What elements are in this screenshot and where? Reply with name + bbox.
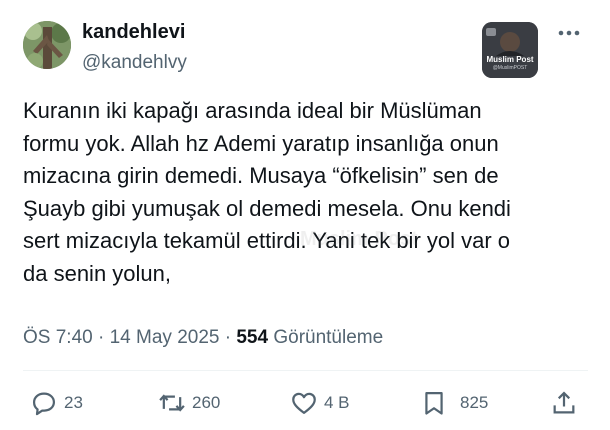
like-icon <box>292 392 316 415</box>
bookmark-icon <box>425 391 443 415</box>
views-label: Görüntüleme <box>273 327 384 348</box>
muslim-post-badge[interactable]: Muslim Post @MuslimPOST <box>482 22 538 78</box>
badge-subtitle: @MuslimPOST <box>492 65 528 71</box>
tweet-card: kandehlevi @kandehlvy Muslim Post @Musli… <box>0 0 610 430</box>
reply-button[interactable]: 23 <box>30 388 83 418</box>
tweet-text: Kuranın iki kapağı arasında ideal bir Mü… <box>23 98 511 286</box>
avatar[interactable] <box>23 21 71 69</box>
bookmark-button[interactable]: 825 <box>420 388 488 418</box>
repost-button[interactable]: 260 <box>158 388 220 418</box>
like-button[interactable]: 4 B <box>290 388 350 418</box>
avatar-image <box>23 21 71 69</box>
meta-separator: · <box>98 327 110 348</box>
share-icon <box>553 391 575 414</box>
share-button[interactable] <box>550 388 578 418</box>
repost-count: 260 <box>192 393 221 412</box>
badge-title: Muslim Post <box>486 55 534 64</box>
like-count: 4 B <box>324 393 350 412</box>
meta-separator: · <box>224 327 237 348</box>
tweet-meta: ÖS 7:40 · 14 May 2025 · 554 Görüntüleme <box>23 327 383 349</box>
author-name[interactable]: kandehlevi <box>82 21 185 44</box>
tweet-time[interactable]: ÖS 7:40 <box>23 327 93 348</box>
more-icon <box>558 30 580 36</box>
repost-icon <box>159 394 185 412</box>
author-handle[interactable]: @kandehlvy <box>82 52 187 74</box>
reply-count: 23 <box>64 393 83 412</box>
reply-icon <box>32 392 56 416</box>
more-button[interactable] <box>556 20 582 46</box>
views-count: 554 <box>236 327 269 348</box>
tweet-date[interactable]: 14 May 2025 <box>110 327 220 348</box>
bookmark-count: 825 <box>460 393 489 412</box>
divider <box>23 370 588 371</box>
